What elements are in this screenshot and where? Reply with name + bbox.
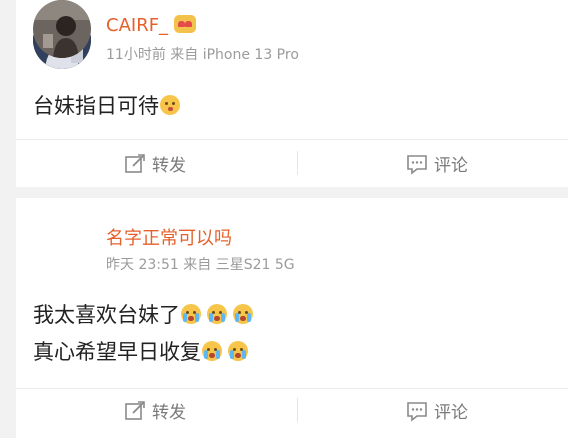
- username[interactable]: 名字正常可以吗: [106, 224, 232, 250]
- comment-label: 评论: [434, 156, 468, 176]
- vip-badge-icon: [174, 15, 197, 33]
- post-content-line: 我太喜欢台妹了: [33, 299, 253, 329]
- repost-icon: [125, 400, 145, 420]
- crying-emoji-icon: [181, 304, 201, 324]
- username[interactable]: CAIRF_: [106, 15, 197, 36]
- crying-emoji-icon: [207, 304, 227, 324]
- divider: [16, 388, 568, 389]
- post-content: 台妹指日可待: [33, 90, 180, 120]
- action-separator: [297, 151, 298, 175]
- repost-button[interactable]: 转发: [124, 151, 186, 176]
- comment-icon: [407, 401, 427, 422]
- crying-emoji-icon: [228, 341, 248, 361]
- comment-label: 评论: [434, 403, 468, 423]
- crying-emoji-icon: [233, 304, 253, 324]
- post-card: CAIRF_ 11小时前 来自 iPhone 13 Pro 台妹指日可待 转发 …: [16, 0, 568, 187]
- post-content-line: 真心希望早日收复: [33, 336, 248, 366]
- comment-icon: [407, 154, 427, 175]
- action-separator: [297, 398, 298, 422]
- comment-button[interactable]: 评论: [406, 151, 468, 176]
- repost-icon: [125, 153, 145, 173]
- kiss-emoji-icon: [160, 95, 180, 115]
- repost-label: 转发: [152, 156, 186, 176]
- repost-button[interactable]: 转发: [124, 398, 186, 423]
- comment-button[interactable]: 评论: [406, 398, 468, 423]
- crying-emoji-icon: [202, 341, 222, 361]
- repost-label: 转发: [152, 403, 186, 423]
- post-meta: 11小时前 来自 iPhone 13 Pro: [106, 47, 299, 63]
- post-meta: 昨天 23:51 来自 三星S21 5G: [106, 257, 295, 273]
- avatar[interactable]: [33, 0, 91, 58]
- divider: [16, 139, 568, 140]
